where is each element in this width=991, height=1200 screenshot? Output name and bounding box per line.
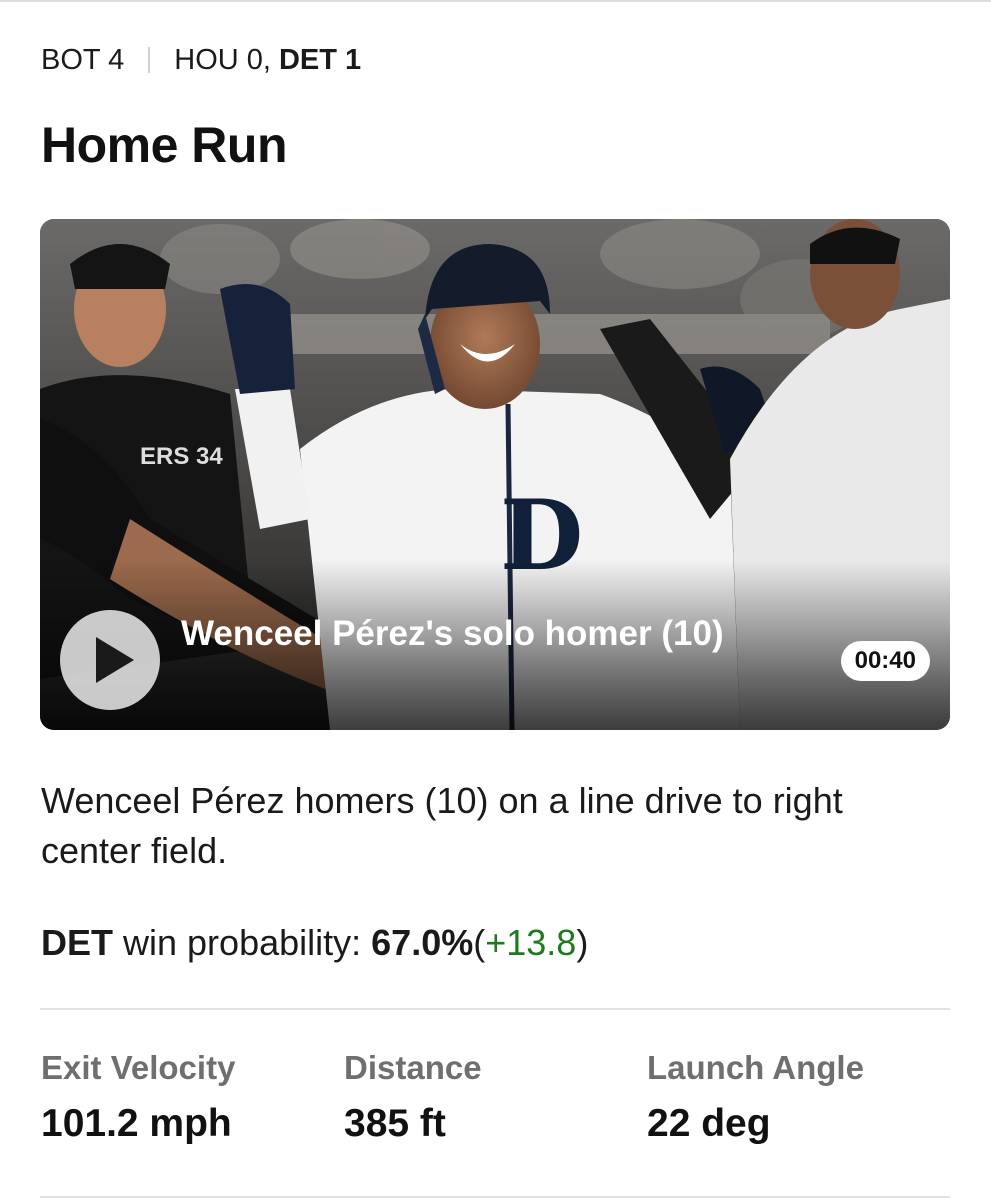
play-description: Wenceel Pérez homers (10) on a line driv…: [41, 780, 843, 871]
stat-value: 101.2 mph: [41, 1102, 232, 1145]
home-score: DET 1: [278, 43, 362, 76]
status-divider: [148, 47, 151, 73]
win-probability-value: 67.0%: [371, 922, 474, 963]
stats-divider-bottom: [40, 1196, 950, 1198]
win-probability-label: win probability:: [123, 922, 362, 963]
win-probability-team: DET: [41, 922, 113, 963]
stat-label: Launch Angle: [647, 1049, 864, 1086]
win-probability-open-paren: (: [473, 922, 486, 963]
stat-value: 385 ft: [344, 1102, 446, 1145]
game-status-line: BOT 4 HOU 0, DET 1: [41, 40, 361, 80]
stat-value: 22 deg: [647, 1102, 771, 1145]
stats-divider-top: [40, 1008, 950, 1010]
duration-badge: 00:40: [840, 641, 930, 681]
inning-label: BOT 4: [41, 43, 125, 76]
win-probability: DET win probability: 67.0%(+13.8): [41, 918, 588, 968]
away-score: HOU 0,: [174, 43, 271, 76]
svg-text:ERS 34: ERS 34: [140, 443, 223, 470]
video-title[interactable]: Wenceel Pérez's solo homer (10): [181, 615, 801, 653]
stat-distance: Distance 385 ft: [344, 1046, 482, 1150]
win-probability-close-paren: ): [576, 922, 589, 963]
stat-exit-velocity: Exit Velocity 101.2 mph: [41, 1046, 235, 1150]
top-border: [0, 0, 991, 2]
play-button[interactable]: [60, 610, 160, 710]
play-title: Home Run: [41, 117, 288, 173]
video-card[interactable]: ERS 34 D Wenceel Pérez's solo homer (10)…: [40, 219, 950, 730]
play-icon: [95, 637, 134, 683]
stat-label: Distance: [344, 1049, 482, 1086]
stat-launch-angle: Launch Angle 22 deg: [647, 1046, 864, 1150]
win-probability-delta: +13.8: [485, 922, 577, 963]
stat-label: Exit Velocity: [41, 1049, 236, 1086]
